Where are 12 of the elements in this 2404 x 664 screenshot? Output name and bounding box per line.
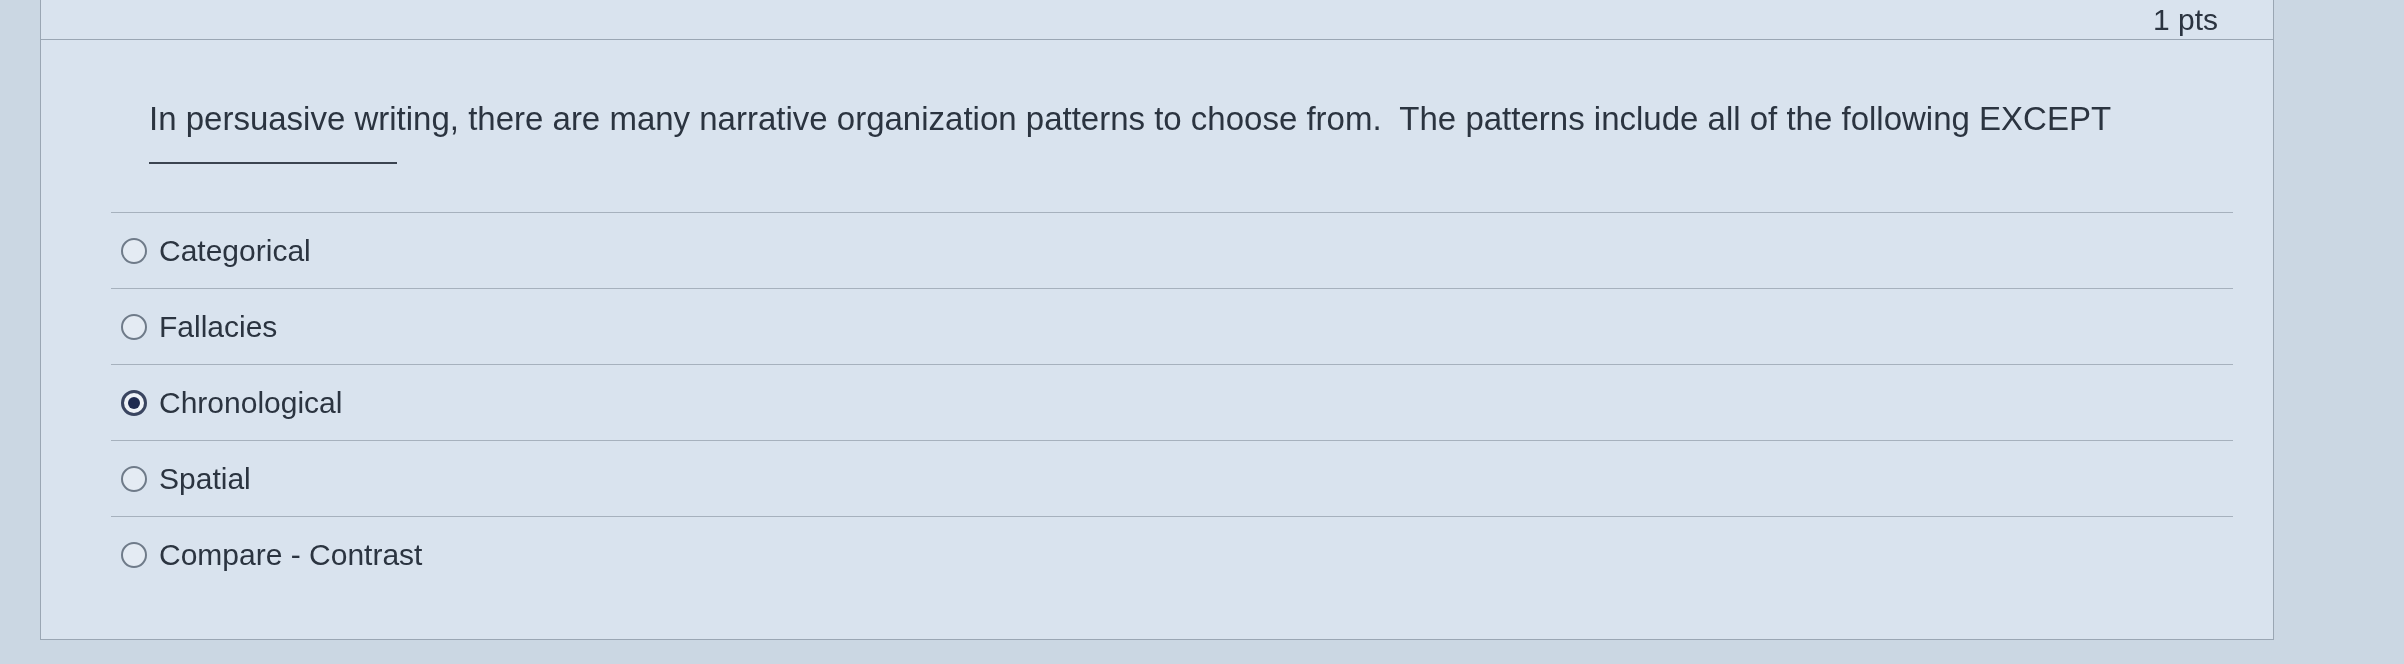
option-label[interactable]: Spatial [159, 463, 251, 494]
option-label[interactable]: Chronological [159, 387, 343, 418]
radio-button[interactable] [121, 465, 147, 492]
radio-button[interactable] [121, 313, 147, 340]
option-label[interactable]: Fallacies [159, 311, 278, 342]
radio-button[interactable] [121, 237, 147, 264]
option-label[interactable]: Categorical [159, 235, 311, 266]
option-label[interactable]: Compare - Contrast [159, 539, 423, 570]
radio-button[interactable] [121, 541, 147, 568]
question-text: In persuasive writing, there are many narrative organization patterns to choose from. The patterns include all of the following EXCEPT [149, 99, 2113, 139]
points-label: 1 pts [2152, 4, 2218, 35]
radio-button[interactable] [121, 389, 147, 416]
